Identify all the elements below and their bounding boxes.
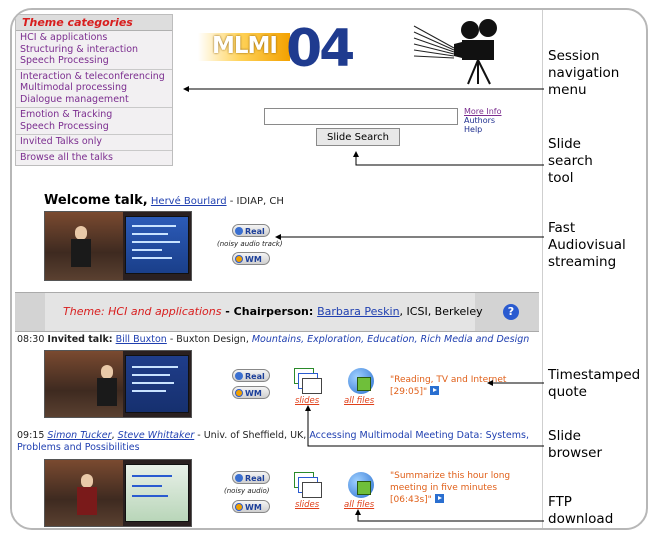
ann-line: navigation: [548, 65, 620, 81]
annotation-quote: Timestamped quote: [548, 367, 640, 401]
search-arrow: [353, 151, 544, 166]
ann-line: quote: [548, 384, 587, 400]
ann-line: Session: [548, 48, 600, 64]
ann-line: Slide: [548, 136, 581, 152]
ann-line: Audiovisual: [548, 237, 626, 253]
annotation-slide-browser: Slide browser: [548, 428, 602, 462]
ann-line: Fast: [548, 220, 576, 236]
annotation-search: Slide search tool: [548, 136, 593, 187]
ann-line: Slide: [548, 428, 581, 444]
ann-line: streaming: [548, 254, 617, 270]
ann-line: browser: [548, 445, 603, 461]
ann-line: FTP: [548, 494, 572, 510]
annotation-ftp: FTP download: [548, 494, 613, 528]
ann-line: tool: [548, 170, 574, 186]
ann-line: menu: [548, 82, 587, 98]
figure-frame: Theme categories HCI & applications Stru…: [10, 8, 648, 530]
ann-line: Timestamped: [548, 367, 641, 383]
slide-browser-arrow: [305, 405, 544, 447]
annotation-navigation: Session navigation menu: [548, 48, 619, 99]
annotation-streaming: Fast Audiovisual streaming: [548, 220, 626, 271]
ann-line: download: [548, 511, 614, 527]
ann-line: search: [548, 153, 593, 169]
ftp-arrow: [355, 509, 544, 522]
